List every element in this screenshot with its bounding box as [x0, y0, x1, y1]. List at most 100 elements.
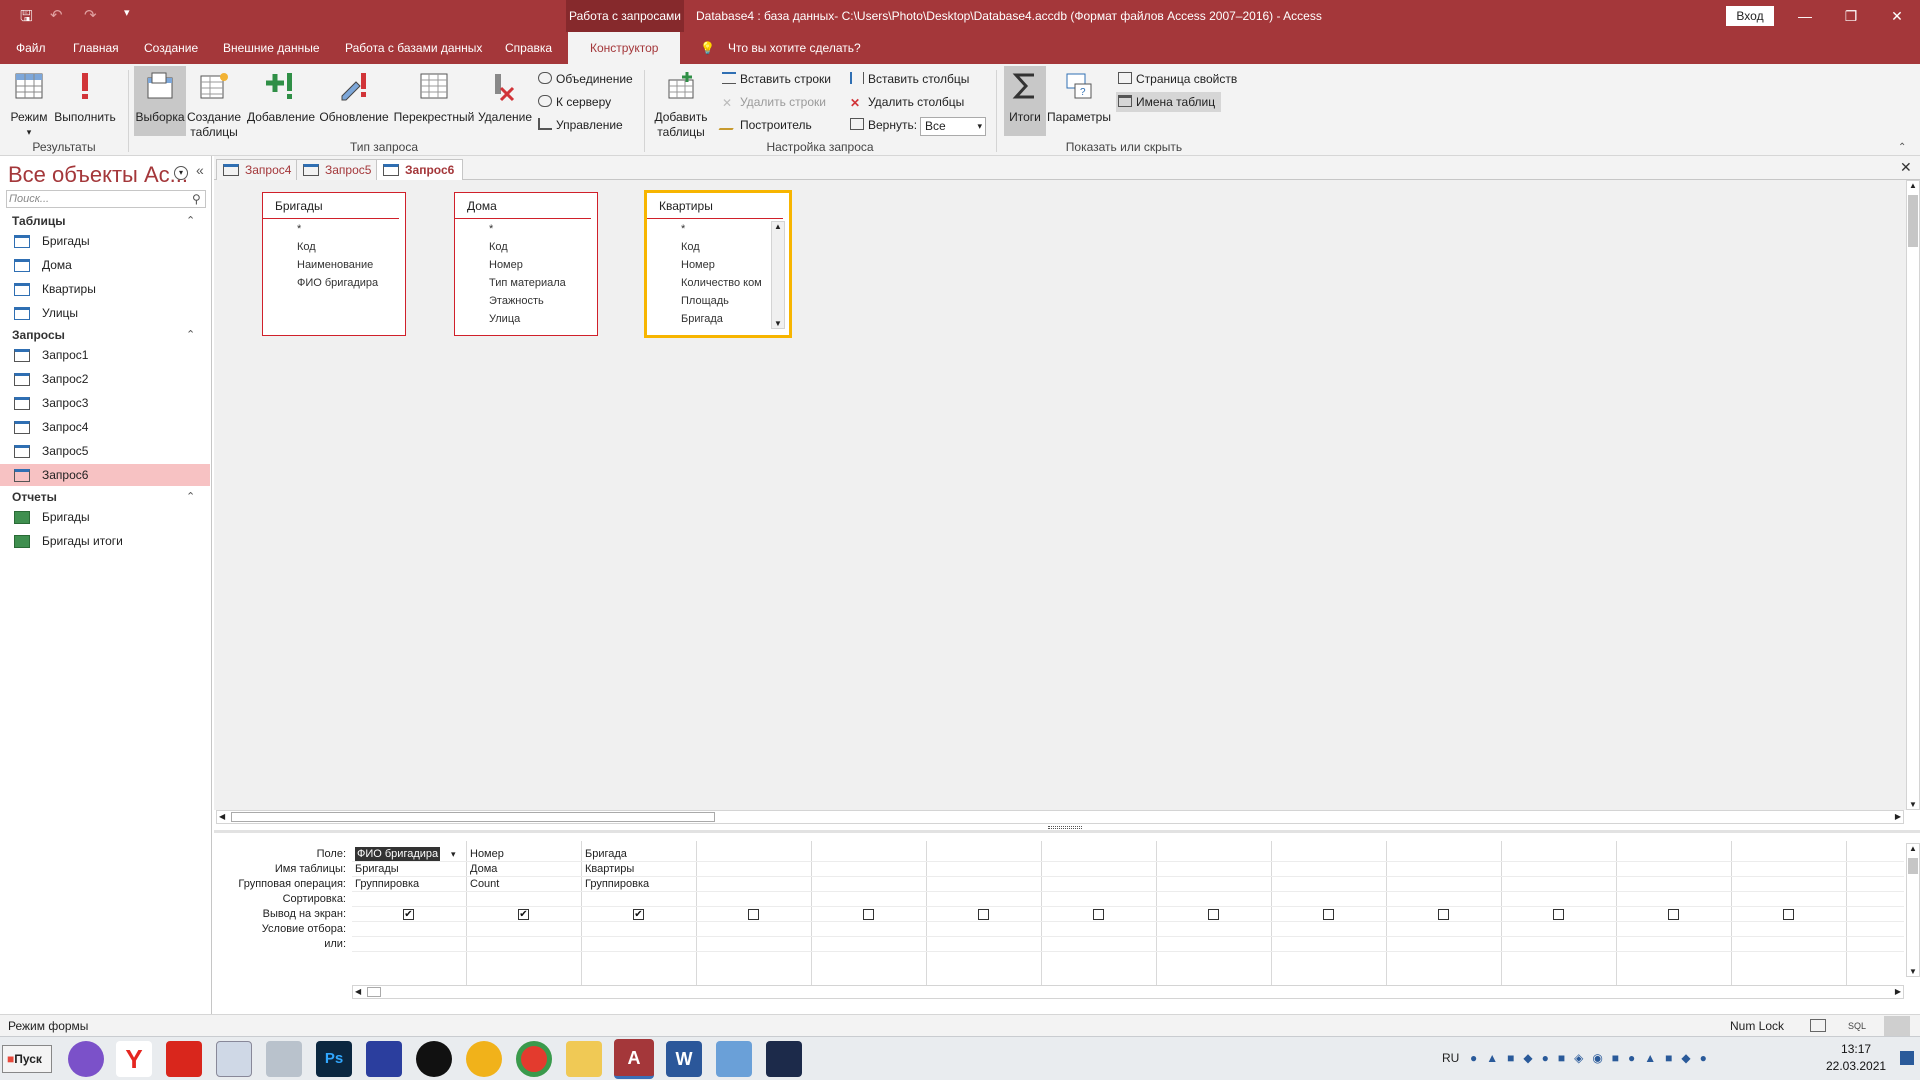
redo-icon[interactable]: ↷ [84, 6, 97, 24]
design-horizontal-scrollbar[interactable]: ◀ ▶ [216, 810, 1904, 824]
insert-columns-button[interactable]: Вставить столбцы [850, 70, 969, 88]
scroll-down-icon[interactable]: ▼ [1907, 967, 1919, 976]
parameters-button[interactable]: ? Параметры [1046, 70, 1112, 125]
scroll-thumb[interactable] [367, 987, 381, 997]
scroll-left-icon[interactable]: ◀ [355, 987, 361, 996]
undo-icon[interactable]: ↶ [50, 6, 63, 24]
file-explorer-icon[interactable] [566, 1041, 602, 1077]
show-checkbox[interactable]: ✔ [403, 909, 414, 920]
nav-section-tables[interactable]: Таблицы [12, 214, 65, 228]
field-item[interactable]: Наименование [297, 256, 405, 274]
viber-icon[interactable] [68, 1041, 104, 1077]
chrome-icon[interactable] [516, 1041, 552, 1077]
nav-item-query[interactable]: Запрос5 [0, 440, 210, 462]
field-list-brigady[interactable]: Бригады * Код Наименование ФИО бригадира [262, 192, 406, 336]
nav-section-reports[interactable]: Отчеты [12, 490, 57, 504]
field-dropdown-chevron-icon[interactable]: ▾ [451, 847, 456, 862]
field-item[interactable]: Улица [489, 310, 597, 328]
nav-item-report[interactable]: Бригады итоги [0, 530, 210, 552]
yandex-browser-icon[interactable]: Y [116, 1041, 152, 1077]
update-button[interactable]: Обновление [318, 70, 390, 125]
grid-cell-total[interactable]: Count [470, 877, 499, 892]
nav-item-query[interactable]: Запрос1 [0, 344, 210, 366]
delete-columns-button[interactable]: ✕ Удалить столбцы [850, 93, 964, 111]
sql-view-icon[interactable]: SQL [1848, 1015, 1866, 1037]
start-button[interactable]: ■Пуск [2, 1045, 52, 1073]
nav-menu-chevron-icon[interactable]: ▾ [174, 166, 188, 180]
append-button[interactable]: Добавление [244, 70, 318, 125]
field-item[interactable]: Номер [681, 256, 771, 274]
data-definition-button[interactable]: Управление [538, 116, 623, 134]
access-taskbar-icon[interactable]: A [614, 1039, 654, 1079]
scroll-up-icon[interactable]: ▲ [772, 222, 784, 231]
scroll-up-icon[interactable]: ▲ [1907, 181, 1919, 190]
word-icon[interactable]: W [666, 1041, 702, 1077]
union-button[interactable]: Объединение [538, 70, 633, 88]
field-item[interactable]: Код [489, 238, 597, 256]
tab-database-tools[interactable]: Работа с базами данных [345, 32, 482, 64]
grid-cell-field[interactable]: ФИО бригадира [355, 847, 441, 862]
floppy-app-icon[interactable] [366, 1041, 402, 1077]
archive-icon[interactable] [266, 1041, 302, 1077]
field-item[interactable]: Бригада [681, 310, 771, 328]
show-checkbox[interactable] [748, 909, 759, 920]
tell-me-icon[interactable]: 💡 [700, 32, 715, 64]
grid-cell-total[interactable]: Группировка [585, 877, 649, 892]
view-mode-button[interactable]: Режим ▾ [8, 70, 50, 140]
field-list-kvartiry[interactable]: Квартиры * Код Номер Количество ком Площ… [644, 190, 792, 338]
tab-help[interactable]: Справка [505, 32, 552, 64]
grid-vertical-scrollbar[interactable]: ▲ ▼ [1906, 843, 1920, 977]
delete-rows-button[interactable]: ✕ Удалить строки [722, 93, 826, 111]
show-checkbox[interactable] [1553, 909, 1564, 920]
nav-item-table[interactable]: Квартиры [0, 278, 210, 300]
show-checkbox[interactable] [1208, 909, 1219, 920]
datasheet-view-icon[interactable] [1810, 1019, 1826, 1032]
builder-button[interactable]: Построитель [718, 116, 812, 134]
crosstab-button[interactable]: Перекрестный [392, 70, 476, 125]
triangle-app-icon[interactable] [466, 1041, 502, 1077]
tab-file[interactable]: Файл [16, 32, 46, 64]
scroll-right-icon[interactable]: ▶ [1895, 812, 1901, 821]
make-table-button[interactable]: Создание таблицы [186, 70, 242, 140]
paint-app-icon[interactable] [716, 1041, 752, 1077]
close-icon[interactable]: ✕ [1874, 0, 1920, 32]
grid-horizontal-scrollbar[interactable]: ◀ ▶ [352, 985, 1904, 999]
field-item[interactable]: Количество ком [681, 274, 771, 292]
collapse-section-icon[interactable]: ⌃ [186, 214, 195, 227]
field-item[interactable]: Код [681, 238, 771, 256]
scroll-thumb[interactable] [1908, 858, 1918, 874]
collapse-section-icon[interactable]: ⌃ [186, 490, 195, 503]
grid-cell-field[interactable]: Бригада [585, 847, 627, 862]
scroll-thumb[interactable] [1908, 195, 1918, 247]
insert-rows-button[interactable]: Вставить строки [722, 70, 831, 88]
tab-design[interactable]: Конструктор [568, 32, 681, 64]
design-view-icon[interactable] [1884, 1016, 1910, 1036]
collapse-section-icon[interactable]: ⌃ [186, 328, 195, 341]
show-checkbox[interactable] [1438, 909, 1449, 920]
field-list-doma[interactable]: Дома * Код Номер Тип материала Этажность… [454, 192, 598, 336]
scroll-thumb[interactable] [231, 812, 715, 822]
nav-item-table[interactable]: Улицы [0, 302, 210, 324]
tell-me-input[interactable]: Что вы хотите сделать? [728, 32, 861, 64]
field-item[interactable]: Тип материала [489, 274, 597, 292]
grid-cell-table[interactable]: Квартиры [585, 862, 634, 877]
nav-pane-title[interactable]: Все объекты Ac... [8, 162, 188, 188]
field-item[interactable]: * [681, 220, 771, 238]
acrobat-icon[interactable] [166, 1041, 202, 1077]
tab-query4[interactable]: Запрос4 [216, 159, 301, 180]
nav-item-table[interactable]: Дома [0, 254, 210, 276]
field-item[interactable]: * [489, 220, 597, 238]
field-item[interactable]: Площадь [681, 292, 771, 310]
select-query-button[interactable]: Выборка [134, 66, 186, 136]
show-checkbox[interactable] [1093, 909, 1104, 920]
show-checkbox[interactable]: ✔ [633, 909, 644, 920]
grid-cell-field[interactable]: Номер [470, 847, 504, 862]
collapse-ribbon-icon[interactable]: ⌃ [1898, 142, 1906, 153]
show-checkbox[interactable] [1783, 909, 1794, 920]
sign-in-button[interactable]: Вход [1726, 6, 1774, 26]
collapse-nav-icon[interactable]: « [196, 162, 204, 178]
field-item[interactable]: * [297, 220, 405, 238]
show-checkbox[interactable] [1668, 909, 1679, 920]
add-tables-button[interactable]: Добавить таблицы [650, 70, 712, 140]
notifications-icon[interactable] [1900, 1051, 1914, 1065]
